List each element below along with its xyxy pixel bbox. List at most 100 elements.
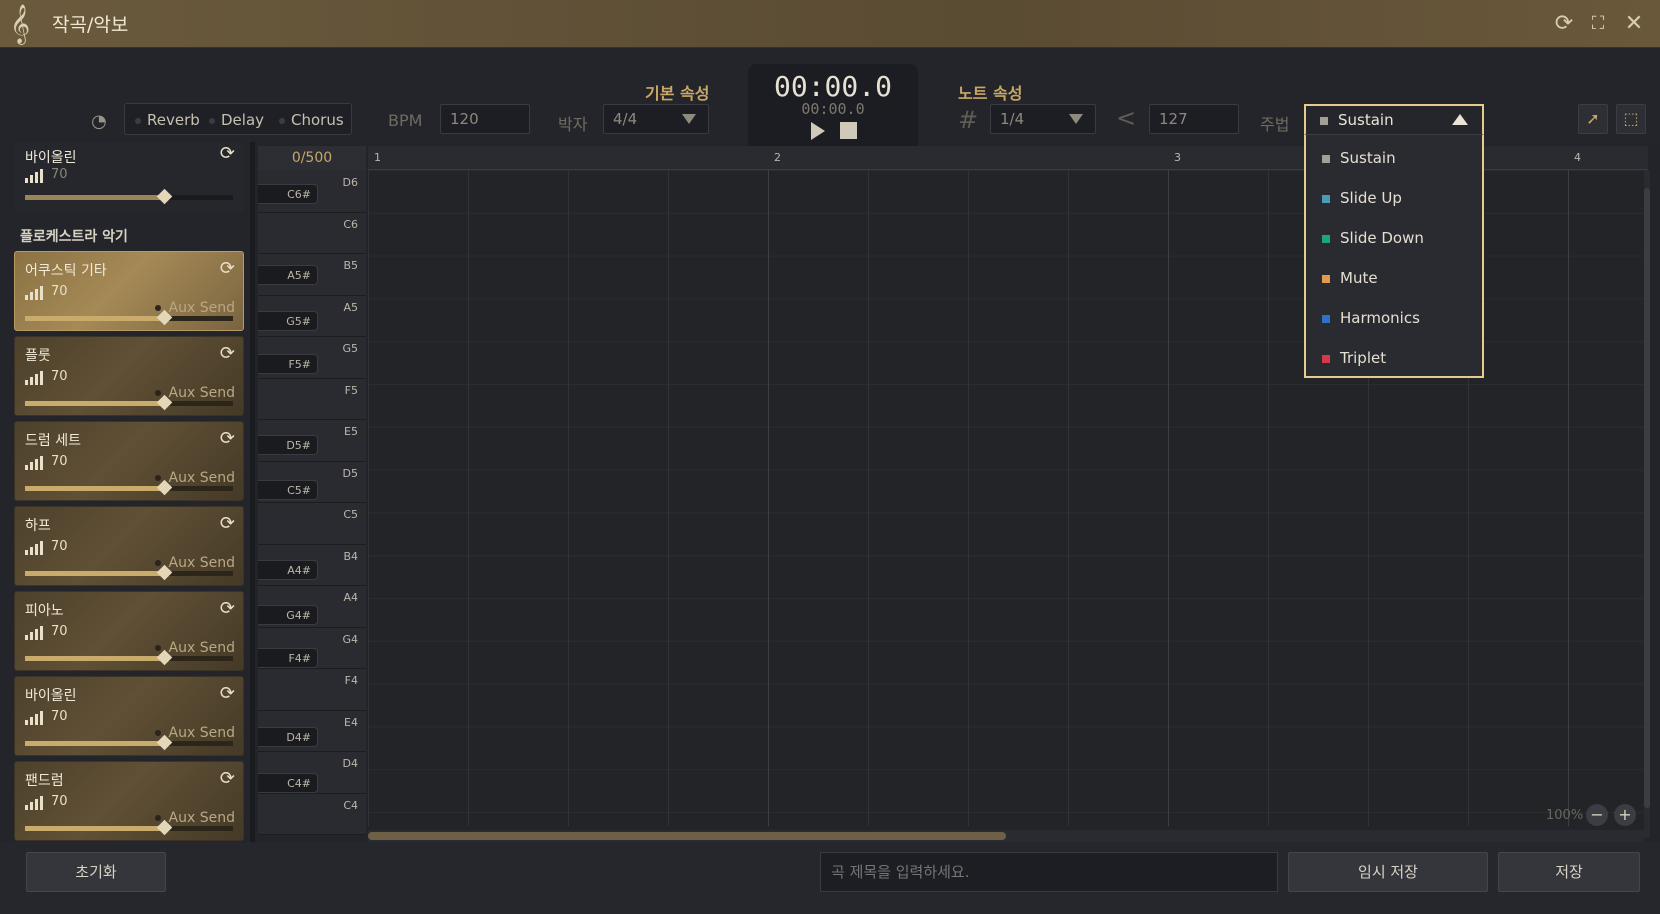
toggle-dot-icon bbox=[154, 475, 161, 481]
instrument-card-top[interactable]: 바이올린 ⟳ 70 bbox=[14, 142, 244, 212]
transport-panel: 00:00.0 00:00.0 bbox=[748, 64, 918, 146]
volume-slider[interactable] bbox=[25, 188, 233, 205]
volume-slider[interactable] bbox=[25, 649, 233, 666]
black-key[interactable]: D4# bbox=[258, 727, 318, 747]
toggle-dot-icon bbox=[154, 305, 161, 311]
temp-save-button[interactable]: 임시 저장 bbox=[1288, 852, 1488, 892]
close-icon[interactable]: ✕ bbox=[1620, 10, 1648, 38]
black-key[interactable]: A5# bbox=[258, 265, 318, 285]
effect-reverb-toggle[interactable]: Reverb bbox=[135, 111, 200, 129]
bar-line bbox=[1568, 170, 1569, 826]
white-key-label[interactable]: D5 bbox=[343, 467, 358, 480]
white-key-label[interactable]: G4 bbox=[342, 633, 358, 646]
refresh-icon[interactable]: ⟳ bbox=[220, 513, 235, 534]
technique-select[interactable]: Sustain bbox=[1304, 104, 1484, 134]
key-divider bbox=[258, 626, 366, 628]
select-tool-icon[interactable]: ➚ bbox=[1578, 104, 1608, 134]
effects-dial-icon[interactable]: ◔ bbox=[88, 111, 110, 133]
refresh-icon[interactable]: ⟳ bbox=[220, 143, 235, 164]
instrument-card[interactable]: 팬드럼 ⟳ 70 Aux Send bbox=[14, 761, 244, 841]
white-key-label[interactable]: A4 bbox=[343, 591, 358, 604]
reset-button[interactable]: 초기화 bbox=[26, 852, 166, 892]
volume-slider[interactable] bbox=[25, 819, 233, 836]
instrument-card[interactable]: 어쿠스틱 기타 ⟳ 70 Aux Send bbox=[14, 251, 244, 331]
instrument-card[interactable]: 하프 ⟳ 70 Aux Send bbox=[14, 506, 244, 586]
zoom-in-icon[interactable]: + bbox=[1614, 804, 1636, 826]
refresh-icon[interactable]: ⟳ bbox=[220, 683, 235, 704]
black-key[interactable]: A4# bbox=[258, 560, 318, 580]
velocity-input[interactable]: 127 bbox=[1149, 104, 1239, 134]
save-button[interactable]: 저장 bbox=[1498, 852, 1640, 892]
effect-chorus-toggle[interactable]: Chorus bbox=[279, 111, 344, 129]
black-key[interactable]: G4# bbox=[258, 605, 318, 625]
horizontal-scrollbar[interactable] bbox=[368, 830, 1644, 842]
refresh-icon[interactable]: ⟳ bbox=[220, 428, 235, 449]
vertical-scrollbar[interactable] bbox=[1644, 170, 1650, 838]
bpm-input[interactable]: 120 bbox=[440, 104, 530, 134]
zoom-out-icon[interactable]: − bbox=[1586, 804, 1608, 826]
refresh-icon[interactable]: ⟳ bbox=[220, 343, 235, 364]
volume-slider[interactable] bbox=[25, 564, 233, 581]
black-key[interactable]: D5# bbox=[258, 435, 318, 455]
grid-select[interactable]: 1/4 bbox=[990, 104, 1096, 134]
volume-slider[interactable] bbox=[25, 394, 233, 411]
scroll-thumb[interactable] bbox=[368, 832, 1006, 840]
meter-select[interactable]: 4/4 bbox=[603, 104, 709, 134]
technique-option-sustain[interactable]: Sustain bbox=[1306, 139, 1482, 177]
stop-icon[interactable] bbox=[840, 122, 857, 139]
white-key-label[interactable]: B5 bbox=[343, 259, 358, 272]
white-key-label[interactable]: D4 bbox=[343, 757, 358, 770]
refresh-icon[interactable]: ⟳ bbox=[1550, 10, 1578, 38]
refresh-icon[interactable]: ⟳ bbox=[220, 768, 235, 789]
white-key-label[interactable]: F5 bbox=[345, 384, 358, 397]
instrument-card[interactable]: 플룻 ⟳ 70 Aux Send bbox=[14, 336, 244, 416]
white-key-label[interactable]: E4 bbox=[344, 716, 358, 729]
effects-group: Reverb Delay Chorus bbox=[124, 103, 352, 135]
panel-scrollbar[interactable] bbox=[250, 142, 255, 842]
instrument-card[interactable]: 피아노 ⟳ 70 Aux Send bbox=[14, 591, 244, 671]
fullscreen-icon[interactable]: ⛶ bbox=[1584, 10, 1612, 38]
refresh-icon[interactable]: ⟳ bbox=[220, 258, 235, 279]
white-key-label[interactable]: C5 bbox=[343, 508, 358, 521]
color-swatch-icon bbox=[1322, 235, 1330, 243]
technique-option-mute[interactable]: Mute bbox=[1306, 259, 1482, 297]
volume-slider[interactable] bbox=[25, 479, 233, 496]
instrument-card[interactable]: 드럼 세트 ⟳ 70 Aux Send bbox=[14, 421, 244, 501]
black-key[interactable]: F5# bbox=[258, 354, 318, 374]
toggle-dot-icon bbox=[154, 560, 161, 566]
white-key-label[interactable]: E5 bbox=[344, 425, 358, 438]
window-title: 작곡/악보 bbox=[52, 14, 129, 36]
white-key-label[interactable]: F4 bbox=[345, 674, 358, 687]
white-key-label[interactable]: B4 bbox=[343, 550, 358, 563]
white-key-label[interactable]: D6 bbox=[343, 176, 358, 189]
bar-number: 2 bbox=[774, 151, 781, 164]
scroll-thumb[interactable] bbox=[1644, 188, 1650, 808]
technique-option-harmonics[interactable]: Harmonics bbox=[1306, 299, 1482, 337]
instrument-card[interactable]: 바이올린 ⟳ 70 Aux Send bbox=[14, 676, 244, 756]
white-key-label[interactable]: C6 bbox=[343, 218, 358, 231]
bar-number: 1 bbox=[374, 151, 381, 164]
volume-slider[interactable] bbox=[25, 309, 233, 326]
black-key[interactable]: F4# bbox=[258, 648, 318, 668]
refresh-icon[interactable]: ⟳ bbox=[220, 598, 235, 619]
marquee-select-icon[interactable]: ⬚ bbox=[1616, 104, 1646, 134]
black-key[interactable]: C6# bbox=[258, 184, 318, 204]
technique-option-slide-up[interactable]: Slide Up bbox=[1306, 179, 1482, 217]
effect-delay-toggle[interactable]: Delay bbox=[209, 111, 264, 129]
key-divider bbox=[258, 336, 366, 337]
technique-option-triplet[interactable]: Triplet bbox=[1306, 339, 1482, 377]
black-key[interactable]: C5# bbox=[258, 480, 318, 500]
black-key[interactable]: C4# bbox=[258, 773, 318, 793]
toggle-dot-icon bbox=[154, 390, 161, 396]
song-title-input[interactable] bbox=[820, 852, 1278, 892]
volume-slider[interactable] bbox=[25, 734, 233, 751]
white-key-label[interactable]: G5 bbox=[342, 342, 358, 355]
color-swatch-icon bbox=[1322, 355, 1330, 363]
white-key-label[interactable]: C4 bbox=[343, 799, 358, 812]
white-key-label[interactable]: A5 bbox=[343, 301, 358, 314]
black-key[interactable]: G5# bbox=[258, 311, 318, 331]
play-icon[interactable] bbox=[811, 122, 825, 140]
technique-option-slide-down[interactable]: Slide Down bbox=[1306, 219, 1482, 257]
note-counter: 0/500 bbox=[258, 146, 366, 170]
velocity-icon: < bbox=[1116, 104, 1137, 132]
